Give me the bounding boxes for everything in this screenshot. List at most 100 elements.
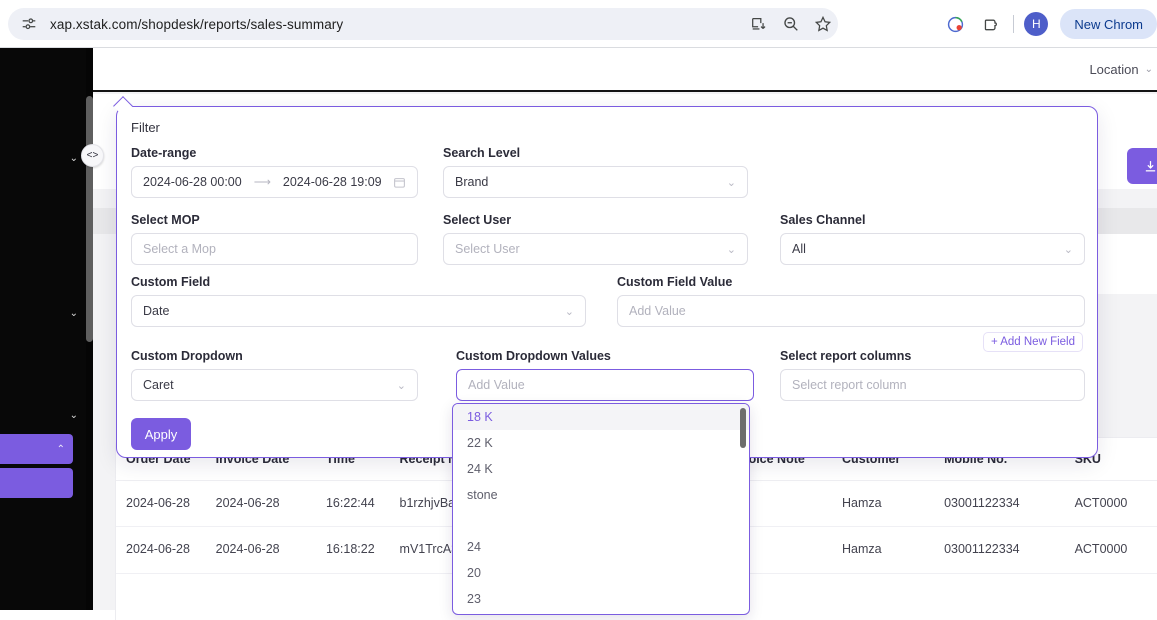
- tab-strip-edge: [105, 0, 345, 3]
- site-settings-icon[interactable]: [20, 15, 38, 33]
- cell-sku: ACT0000: [1075, 481, 1157, 527]
- date-range-separator-icon: ⟶: [254, 175, 271, 189]
- page-tab-bar: Location ⌄: [93, 48, 1157, 92]
- avatar-initial: H: [1024, 12, 1048, 36]
- tab-location-label: Location: [1089, 62, 1138, 77]
- custom-field-select[interactable]: Date ⌄: [131, 295, 586, 327]
- cell-mobile-no: 03001122334: [944, 527, 1075, 573]
- dropdown-option[interactable]: stone: [453, 482, 749, 508]
- date-range-input[interactable]: 2024-06-28 00:00 ⟶ 2024-06-28 19:09: [131, 166, 418, 198]
- field-custom-field: Custom Field Date ⌄: [131, 275, 586, 327]
- field-date-range: Date-range 2024-06-28 00:00 ⟶ 2024-06-28…: [131, 146, 418, 198]
- select-mop-placeholder: Select a Mop: [143, 242, 216, 256]
- sidebar-item-stock[interactable]: Stock: [0, 547, 86, 573]
- sidebar-collapse-toggle-icon[interactable]: <>: [81, 144, 104, 167]
- install-app-icon[interactable]: [750, 15, 768, 33]
- sidebar-item-dump[interactable]: ump: [0, 587, 86, 610]
- cell-mobile-no: 03001122334: [944, 481, 1075, 527]
- cell-invoice-date: 2024-06-28: [216, 481, 326, 527]
- sidebar-item-reports[interactable]: ⌃: [0, 434, 73, 464]
- custom-field-value-placeholder: Add Value: [629, 304, 686, 318]
- sidebar-item-sales-summary[interactable]: nary: [0, 468, 73, 498]
- dropdown-option[interactable]: 24: [453, 534, 749, 560]
- chevron-down-icon: ⌄: [1064, 243, 1073, 256]
- sales-channel-label: Sales Channel: [780, 213, 1085, 227]
- cell-order-date: 2024-06-28: [116, 481, 216, 527]
- calendar-icon[interactable]: [393, 176, 406, 189]
- app-root: ⌄ ⌄ rol ⌄ ⌃ nary Stock ump <>: [0, 48, 1157, 610]
- field-select-mop: Select MOP Select a Mop: [131, 213, 418, 265]
- select-user-select[interactable]: Select User ⌄: [443, 233, 748, 265]
- custom-dropdown-select[interactable]: Caret ⌄: [131, 369, 418, 401]
- chevron-up-icon: ⌃: [57, 444, 65, 455]
- custom-field-value-input[interactable]: Add Value: [617, 295, 1085, 327]
- custom-dropdown-values-input[interactable]: Add Value: [456, 369, 754, 401]
- select-report-columns-label: Select report columns: [780, 349, 1085, 363]
- sales-channel-select[interactable]: All ⌄: [780, 233, 1085, 265]
- url-text: xap.xstak.com/shopdesk/reports/sales-sum…: [50, 17, 343, 32]
- omnibox-actions: [750, 12, 832, 36]
- cell-time: 16:18:22: [326, 527, 400, 573]
- chevron-down-icon: ⌄: [397, 379, 406, 392]
- custom-field-value-label: Custom Field Value: [617, 275, 1085, 289]
- filter-popup-title: Filter: [131, 120, 160, 135]
- dropdown-option[interactable]: [453, 508, 749, 534]
- dropdown-option[interactable]: 24 K: [453, 456, 749, 482]
- apply-button[interactable]: Apply: [131, 418, 191, 450]
- avatar[interactable]: H: [1018, 8, 1054, 40]
- field-custom-dropdown: Custom Dropdown Caret ⌄: [131, 349, 418, 401]
- chevron-down-icon: ⌄: [1145, 64, 1153, 75]
- chevron-down-icon: ⌄: [70, 410, 78, 421]
- sidebar-group-2[interactable]: ⌄: [0, 298, 86, 328]
- toolbar-divider: [1013, 15, 1014, 33]
- address-bar[interactable]: xap.xstak.com/shopdesk/reports/sales-sum…: [8, 8, 838, 40]
- chevron-down-icon: ⌄: [70, 153, 78, 164]
- select-mop-input[interactable]: Select a Mop: [131, 233, 418, 265]
- custom-field-label: Custom Field: [131, 275, 586, 289]
- select-report-columns-input[interactable]: Select report column: [780, 369, 1085, 401]
- sales-channel-value: All: [792, 242, 806, 256]
- chevron-down-icon: ⌄: [727, 176, 736, 189]
- field-select-user: Select User Select User ⌄: [443, 213, 748, 265]
- field-sales-channel: Sales Channel All ⌄: [780, 213, 1085, 265]
- search-level-value: Brand: [455, 175, 488, 189]
- select-user-label: Select User: [443, 213, 748, 227]
- profile-sync-icon[interactable]: [937, 8, 973, 40]
- download-icon: [1143, 159, 1157, 174]
- cell-customer: Hamza: [842, 527, 944, 573]
- tab-location[interactable]: Location ⌄: [1089, 62, 1153, 77]
- new-chrome-button[interactable]: New Chrom: [1060, 9, 1157, 39]
- cell-time: 16:22:44: [326, 481, 400, 527]
- extensions-icon[interactable]: [973, 8, 1009, 40]
- dropdown-option[interactable]: 23: [453, 586, 749, 612]
- bookmark-star-icon[interactable]: [814, 15, 832, 33]
- sidebar-item-highlight[interactable]: [0, 508, 86, 528]
- cell-customer: Hamza: [842, 481, 944, 527]
- search-level-select[interactable]: Brand ⌄: [443, 166, 748, 198]
- dropdown-option[interactable]: 20: [453, 560, 749, 586]
- field-select-report-columns: Select report columns Select report colu…: [780, 349, 1085, 401]
- dropdown-option[interactable]: 22 K: [453, 430, 749, 456]
- select-mop-label: Select MOP: [131, 213, 418, 227]
- custom-dropdown-values-placeholder: Add Value: [468, 378, 525, 392]
- download-button[interactable]: Do: [1127, 148, 1157, 184]
- dropdown-option[interactable]: 18 K: [453, 404, 749, 430]
- custom-dropdown-values-listbox[interactable]: 18 K 22 K 24 K stone 24 20 23: [452, 403, 750, 615]
- sidebar-scrollbar-thumb[interactable]: [86, 96, 93, 342]
- chrome-right-cluster: H New Chrom: [937, 8, 1157, 40]
- chevron-down-icon: ⌄: [565, 305, 574, 318]
- select-report-columns-placeholder: Select report column: [792, 378, 907, 392]
- chevron-down-icon: ⌄: [70, 308, 78, 319]
- date-range-end[interactable]: 2024-06-28 19:09: [283, 175, 382, 189]
- cell-sku: ACT0000: [1075, 527, 1157, 573]
- date-range-start[interactable]: 2024-06-28 00:00: [143, 175, 242, 189]
- select-user-placeholder: Select User: [455, 242, 520, 256]
- dropdown-scrollbar-thumb[interactable]: [740, 408, 746, 448]
- chevron-down-icon: ⌄: [727, 243, 736, 256]
- custom-dropdown-label: Custom Dropdown: [131, 349, 418, 363]
- zoom-icon[interactable]: [782, 15, 800, 33]
- browser-toolbar: xap.xstak.com/shopdesk/reports/sales-sum…: [0, 0, 1157, 48]
- search-level-label: Search Level: [443, 146, 748, 160]
- sidebar-group-1[interactable]: ⌄: [0, 143, 86, 173]
- sidebar-group-control[interactable]: rol ⌄: [0, 400, 86, 430]
